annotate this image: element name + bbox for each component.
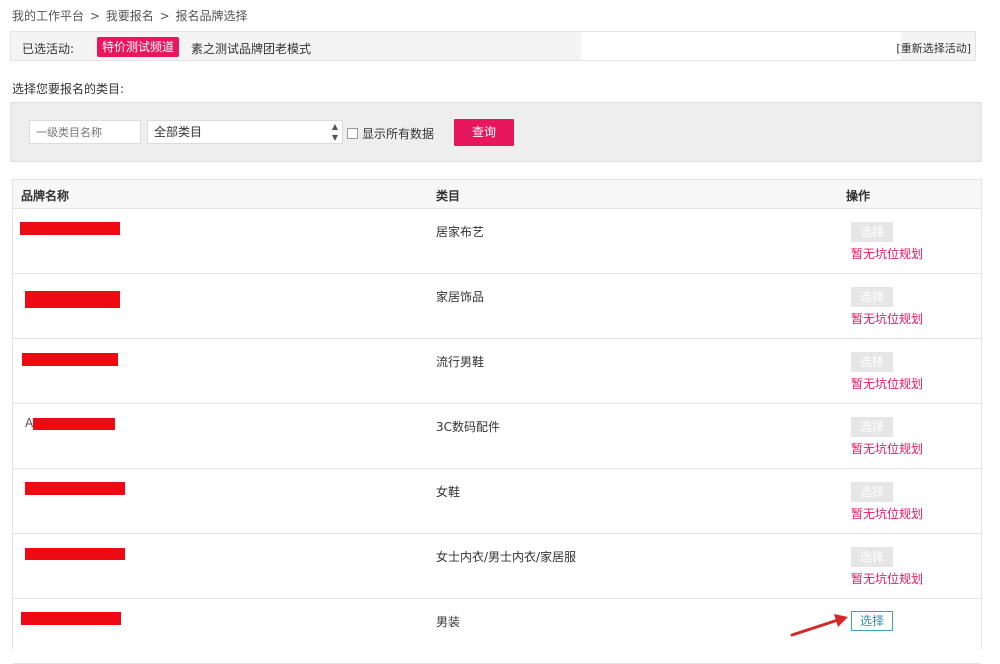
category-select-value: 全部类目 <box>154 125 203 139</box>
category-name-input[interactable] <box>29 120 141 144</box>
redacted-brand-name <box>25 291 120 308</box>
breadcrumb-separator: > <box>89 9 100 23</box>
select-button-disabled: 选择 <box>851 287 893 307</box>
filter-panel: 全部类目 ▲▼ 显示所有数据 查询 <box>10 102 982 162</box>
select-button[interactable]: 选择 <box>851 611 893 631</box>
activity-bar-blank <box>581 32 901 60</box>
redacted-brand-name <box>33 418 115 430</box>
red-arrow-icon <box>790 614 848 637</box>
redacted-brand-name <box>22 353 118 366</box>
no-slot-plan-text: 暂无坑位规划 <box>851 312 924 326</box>
category-cell: 家居饰品 <box>436 290 485 304</box>
table-row: A 3C数码配件 选择 暂无坑位规划 <box>13 404 981 469</box>
breadcrumb-item-signup[interactable]: 我要报名 <box>106 9 154 23</box>
activity-tag: 特价测试频道 <box>97 37 180 57</box>
select-button-disabled: 选择 <box>851 482 893 502</box>
table-row: 家居饰品 选择 暂无坑位规划 <box>13 274 981 339</box>
show-all-checkbox[interactable] <box>347 128 358 139</box>
reselect-activity-link[interactable]: [重新选择活动] <box>896 40 971 56</box>
redacted-brand-name <box>25 548 125 560</box>
breadcrumb-item-brand-select: 报名品牌选择 <box>175 9 248 23</box>
category-prompt: 选择您要报名的类目: <box>12 82 125 96</box>
activity-label: 已选活动: <box>22 42 75 56</box>
table-row: 女鞋 选择 暂无坑位规划 <box>13 469 981 534</box>
category-cell: 3C数码配件 <box>436 420 501 434</box>
table-row: 流行男鞋 选择 暂无坑位规划 <box>13 339 981 404</box>
redacted-brand-name <box>20 222 120 235</box>
activity-name: 素之测试品牌团老模式 <box>191 42 312 56</box>
select-button-disabled: 选择 <box>851 222 893 242</box>
query-button[interactable]: 查询 <box>454 119 514 146</box>
selected-activity-bar: 已选活动: 特价测试频道 素之测试品牌团老模式 [重新选择活动] <box>10 31 976 61</box>
breadcrumb-item-workbench[interactable]: 我的工作平台 <box>12 9 84 23</box>
redacted-brand-name <box>21 612 121 625</box>
select-button-disabled: 选择 <box>851 352 893 372</box>
brand-name-header: 品牌名称 <box>21 189 70 203</box>
breadcrumb: 我的工作平台 > 我要报名 > 报名品牌选择 <box>12 7 249 24</box>
no-slot-plan-text: 暂无坑位规划 <box>851 442 924 456</box>
category-header: 类目 <box>436 189 461 203</box>
select-button-disabled: 选择 <box>851 417 893 437</box>
redacted-brand-name <box>25 482 125 495</box>
table-row: 居家布艺 选择 暂无坑位规划 <box>13 209 981 274</box>
category-cell: 女士内衣/男士内衣/家居服 <box>436 550 577 564</box>
no-slot-plan-text: 暂无坑位规划 <box>851 247 924 261</box>
show-all-label: 显示所有数据 <box>362 127 435 141</box>
action-header: 操作 <box>846 189 871 203</box>
show-all-data-toggle[interactable]: 显示所有数据 <box>347 125 434 142</box>
category-select[interactable]: 全部类目 ▲ ▼ <box>147 120 343 144</box>
category-cell: 男装 <box>436 615 461 629</box>
table-row: 女士内衣/男士内衣/家居服 选择 暂无坑位规划 <box>13 534 981 599</box>
no-slot-plan-text: 暂无坑位规划 <box>851 572 924 586</box>
no-slot-plan-text: 暂无坑位规划 <box>851 507 924 521</box>
category-cell: 女鞋 <box>436 485 461 499</box>
brand-table: 品牌名称 类目 操作 居家布艺 选择 暂无坑位规划 家居饰品 选择 暂无坑位规划… <box>12 179 982 664</box>
category-cell: 流行男鞋 <box>436 355 485 369</box>
up-down-arrows-icon: ▲ ▼ <box>331 122 338 142</box>
category-cell: 居家布艺 <box>436 225 485 239</box>
select-button-disabled: 选择 <box>851 547 893 567</box>
table-header: 品牌名称 类目 操作 <box>13 180 981 209</box>
breadcrumb-separator: > <box>159 9 170 23</box>
brand-name-text: A <box>25 416 34 430</box>
no-slot-plan-text: 暂无坑位规划 <box>851 377 924 391</box>
